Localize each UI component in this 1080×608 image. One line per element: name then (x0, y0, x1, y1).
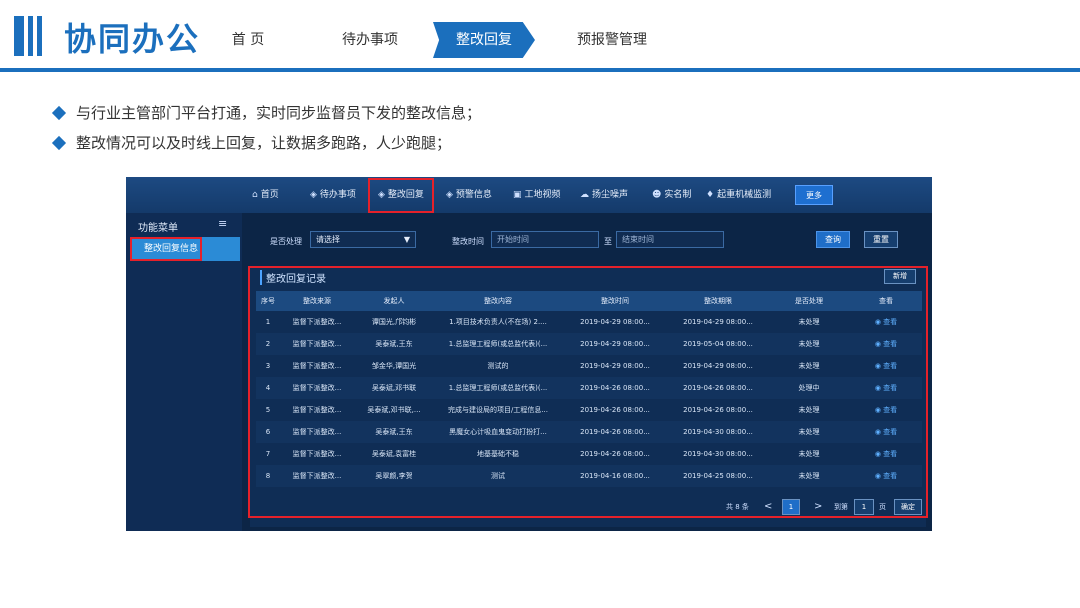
bullet-list: 与行业主管部门平台打通，实时同步监督员下发的整改信息； 整改情况可以及时线上回复… (51, 102, 481, 162)
shield-icon: ◈ (310, 190, 317, 200)
slide-nav-home[interactable]: 首 页 (212, 22, 284, 58)
highlight-sidebar-box (130, 237, 202, 261)
end-time-input[interactable]: 结束时间 (616, 231, 724, 248)
to-label: 至 (604, 237, 612, 246)
bullet-item: 整改情况可以及时线上回复，让数据多跑路，人少跑腿； (51, 132, 481, 162)
page-title: 协同办公 (64, 20, 201, 58)
header-divider (0, 68, 1080, 72)
app-top-nav: ⌂ 首页 ◈ 待办事项 ◈ 整改回复 ◈ 预警信息 ▣ 工地视频 ☁ 扬尘噪声 ☻ 实名制 ♦… (126, 177, 932, 213)
nav-dust-noise[interactable]: ☁ 扬尘噪声 (580, 177, 628, 213)
start-time-input[interactable]: 开始时间 (491, 231, 599, 248)
slide-nav-warning[interactable]: 预报警管理 (562, 22, 662, 58)
sidebar-title: 功能菜单 (138, 223, 178, 234)
cloud-icon: ☁ (580, 190, 589, 200)
menu-icon[interactable]: ≡ (218, 217, 227, 230)
logo-bars (14, 16, 44, 56)
home-icon: ⌂ (252, 190, 258, 200)
nav-todo[interactable]: ◈ 待办事项 (310, 177, 356, 213)
diamond-bullet-icon (51, 105, 67, 121)
bullet-item: 与行业主管部门平台打通，实时同步监督员下发的整改信息； (51, 102, 481, 132)
status-label: 是否处理 (270, 237, 302, 246)
nav-crane-monitor[interactable]: ♦ 起重机械监测 (706, 177, 771, 213)
video-icon: ▣ (513, 190, 522, 200)
time-label: 整改时间 (452, 237, 484, 246)
chevron-down-icon: ▼ (403, 235, 410, 244)
query-button[interactable]: 查询 (816, 231, 850, 248)
nav-real-name[interactable]: ☻ 实名制 (652, 177, 691, 213)
filter-bar: 是否处理 请选择 ▼ 整改时间 开始时间 至 结束时间 查询 重置 (242, 213, 932, 263)
highlight-panel-box (248, 266, 928, 518)
nav-warning[interactable]: ◈ 预警信息 (446, 177, 492, 213)
shield-icon: ◈ (446, 190, 453, 200)
nav-home[interactable]: ⌂ 首页 (252, 177, 279, 213)
reset-button[interactable]: 重置 (864, 231, 898, 248)
app-screenshot: ⌂ 首页 ◈ 待办事项 ◈ 整改回复 ◈ 预警信息 ▣ 工地视频 ☁ 扬尘噪声 ☻ 实名制 ♦… (126, 177, 932, 531)
highlight-nav-box (368, 178, 434, 213)
people-icon: ☻ (652, 190, 662, 200)
slide-nav-rectify-reply[interactable]: 整改回复 (433, 22, 535, 58)
diamond-bullet-icon (51, 135, 67, 151)
status-select[interactable]: 请选择 ▼ (310, 231, 416, 248)
crane-icon: ♦ (706, 190, 715, 200)
more-button[interactable]: 更多 (795, 185, 833, 205)
nav-site-video[interactable]: ▣ 工地视频 (513, 177, 561, 213)
slide-nav-todo[interactable]: 待办事项 (320, 22, 420, 58)
